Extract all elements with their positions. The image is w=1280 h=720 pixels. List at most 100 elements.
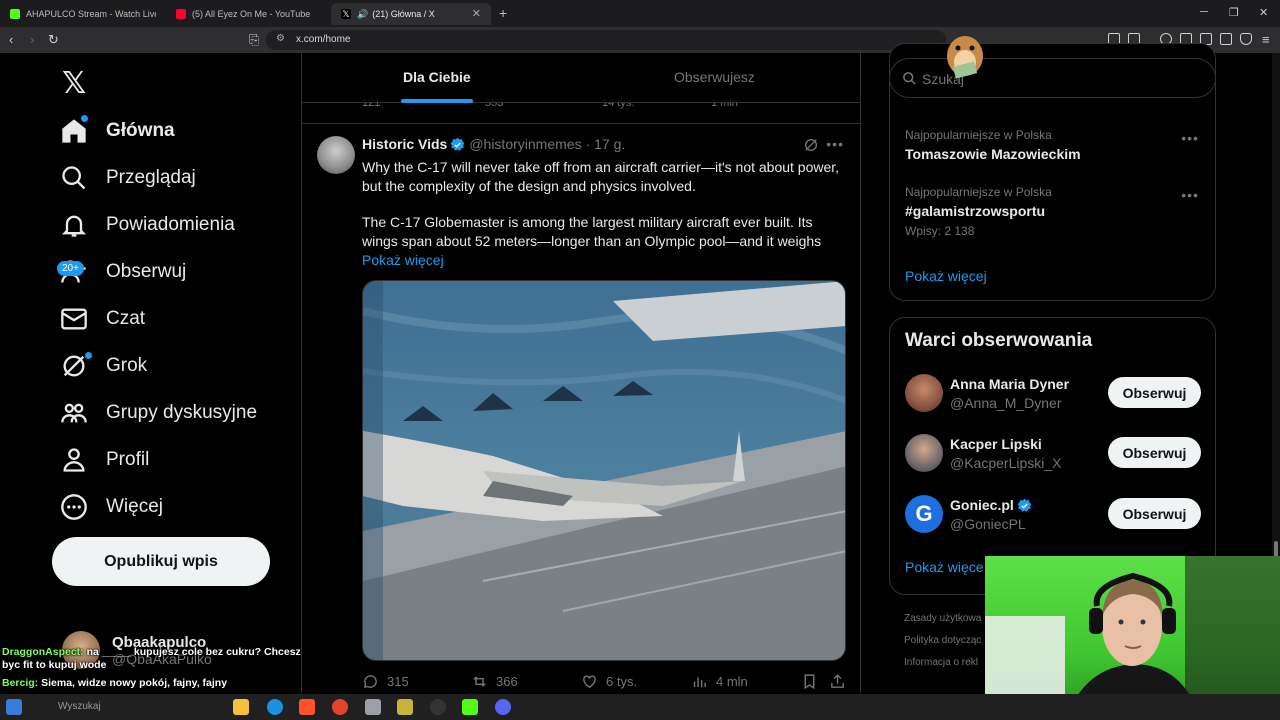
trends-show-more[interactable]: Pokaż więcej	[905, 268, 987, 284]
follow-button[interactable]: Obserwuj	[1108, 498, 1201, 529]
user-name[interactable]: Anna Maria Dyner	[950, 376, 1069, 392]
search-box[interactable]: Szukaj	[889, 58, 1216, 98]
nav-item-grok[interactable]: Grok	[60, 346, 147, 386]
follow-button[interactable]: Obserwuj	[1108, 377, 1201, 408]
trend-more-icon[interactable]: •••	[1181, 130, 1199, 146]
tweet-author-avatar[interactable]	[317, 136, 355, 174]
back-button[interactable]: ‹	[9, 32, 13, 47]
discord-icon[interactable]	[495, 699, 511, 715]
nav-item-home[interactable]: Główna	[60, 111, 175, 151]
share-button[interactable]	[829, 673, 854, 690]
nav-label: Główna	[106, 120, 175, 141]
browser-tab-kick[interactable]: AHAPULCO Stream - Watch Live on K	[0, 3, 165, 25]
trend-item[interactable]: Najpopularniejsze w Polska Tomaszowie Ma…	[905, 128, 1081, 162]
menu-icon[interactable]: ≡	[1262, 32, 1270, 47]
reply-button[interactable]: 315	[362, 673, 409, 690]
app-icon[interactable]	[397, 699, 413, 715]
trend-title: #galamistrzowsportu	[905, 203, 1046, 219]
tweet-author-handle[interactable]: @historyinmemes	[469, 136, 581, 152]
user-name-row[interactable]: Goniec.pl	[950, 497, 1036, 513]
footer-ads-link[interactable]: Informacja o rekl	[904, 657, 978, 668]
kick-icon[interactable]	[462, 699, 478, 715]
nav-item-chat[interactable]: Czat	[60, 299, 145, 339]
tab-title: (21) Główna / X	[372, 9, 435, 19]
obs-icon[interactable]	[430, 699, 446, 715]
x-logo-icon[interactable]: 𝕏	[62, 66, 86, 101]
bookmark-button[interactable]	[801, 673, 826, 690]
tweet-more-icon[interactable]: •••	[826, 136, 844, 152]
heart-icon	[583, 675, 596, 689]
grok-icon[interactable]	[803, 137, 819, 153]
who-to-follow-show-more[interactable]: Pokaż więce	[905, 559, 984, 575]
new-tab-button[interactable]: +	[499, 5, 507, 21]
bookmark-icon[interactable]: ⎘	[249, 32, 259, 48]
close-tab-icon[interactable]: ✕	[472, 7, 481, 20]
taskbar-search[interactable]: Wyszukaj	[58, 701, 101, 712]
reply-count: 315	[387, 674, 409, 689]
tab-following[interactable]: Obserwujesz	[674, 69, 755, 85]
nav-item-profile[interactable]: Profil	[60, 440, 149, 480]
user-avatar[interactable]	[905, 434, 943, 472]
nav-item-notifications[interactable]: Powiadomienia	[60, 205, 235, 245]
chrome-icon[interactable]	[332, 699, 348, 715]
forward-button[interactable]: ›	[30, 32, 34, 47]
repost-button[interactable]: 366	[471, 673, 518, 690]
tweet-author-name[interactable]: Historic Vids	[362, 136, 447, 152]
start-icon[interactable]	[6, 699, 22, 715]
trend-item[interactable]: Najpopularniejsze w Polska #galamistrzow…	[905, 185, 1052, 238]
tweet-text-paragraph: Why the C-17 will never take off from an…	[362, 159, 840, 194]
reload-button[interactable]: ↻	[48, 32, 59, 48]
site-info-icon[interactable]: ⚙	[276, 33, 285, 44]
repost-count: 366	[496, 674, 518, 689]
browser-tab-youtube[interactable]: (5) All Eyez On Me - YouTube	[166, 3, 330, 25]
goniec-logo-icon[interactable]: G	[905, 495, 943, 533]
close-window-button[interactable]: ✕	[1259, 6, 1268, 19]
user-handle: @KacperLipski_X	[950, 455, 1062, 471]
edge-icon[interactable]	[267, 699, 283, 715]
app-icon[interactable]	[365, 699, 381, 715]
nav-item-explore[interactable]: Przeglądaj	[60, 158, 196, 198]
user-handle: @Anna_M_Dyner	[950, 395, 1062, 411]
show-more-link[interactable]: Pokaż więcej	[362, 251, 844, 270]
youtube-favicon-icon	[176, 9, 186, 19]
views-button[interactable]: 4 mln	[691, 673, 748, 690]
follow-button[interactable]: Obserwuj	[1108, 437, 1201, 468]
suggested-user[interactable]: G Goniec.pl @GoniecPL Obserwuj	[905, 495, 1201, 535]
brave-icon[interactable]	[299, 699, 315, 715]
left-navigation: 𝕏 Główna Przeglądaj Powiadomienia Obserw…	[0, 53, 301, 693]
file-explorer-icon[interactable]	[233, 699, 249, 715]
active-tab-indicator	[401, 99, 473, 103]
tweet[interactable]: Historic Vids @historyinmemes · 17 g. ••…	[302, 123, 860, 690]
browser-tab-x[interactable]: 𝕏 🔊 (21) Główna / X ✕	[331, 3, 491, 25]
shield-icon[interactable]	[1240, 33, 1252, 45]
nav-label: Profil	[106, 449, 150, 470]
tweet-header: Historic Vids @historyinmemes · 17 g.	[362, 136, 625, 152]
trend-title: Tomaszowie Mazowieckim	[905, 146, 1081, 162]
chat-text: Siema, widze nowy pokój, fajny, fajny	[41, 677, 228, 689]
like-button[interactable]: 6 tys.	[581, 673, 637, 690]
footer-terms-link[interactable]: Zasady użytkowa	[904, 613, 981, 624]
feed-tabs: Dla Ciebie Obserwujesz	[302, 53, 860, 103]
tweet-time[interactable]: · 17 g.	[586, 136, 626, 152]
home-unread-dot	[81, 115, 88, 122]
post-button[interactable]: Opublikuj wpis	[52, 537, 270, 586]
minimize-button[interactable]: ─	[1200, 6, 1208, 18]
suggested-user[interactable]: Anna Maria Dyner @Anna_M_Dyner Obserwuj	[905, 374, 1201, 414]
footer-privacy-link[interactable]: Polityka dotycząc	[904, 635, 981, 646]
tab-for-you[interactable]: Dla Ciebie	[403, 69, 471, 85]
tweet-body: Why the C-17 will never take off from an…	[362, 158, 844, 270]
address-bar[interactable]: ⚙ x.com/home	[266, 30, 946, 50]
tweet-video[interactable]	[362, 280, 846, 661]
leo-icon[interactable]	[1220, 33, 1232, 45]
user-avatar[interactable]	[905, 374, 943, 412]
chat-username: DraggonAspect:	[2, 646, 84, 658]
user-name[interactable]: Kacper Lipski	[950, 436, 1042, 452]
chat-message: Bercig: Siema, widze nowy pokój, fajny, …	[2, 677, 302, 690]
trend-more-icon[interactable]: •••	[1181, 187, 1199, 203]
suggested-user[interactable]: Kacper Lipski @KacperLipski_X Obserwuj	[905, 434, 1201, 474]
notification-badge: 20+	[57, 261, 84, 276]
restore-button[interactable]: ❐	[1229, 6, 1239, 19]
nav-item-more[interactable]: Więcej	[60, 487, 163, 527]
nav-item-communities[interactable]: Grupy dyskusyjne	[60, 393, 257, 433]
main-feed: 121 553 14 tys. 1 mln Dla Ciebie Obserwu…	[302, 53, 860, 693]
